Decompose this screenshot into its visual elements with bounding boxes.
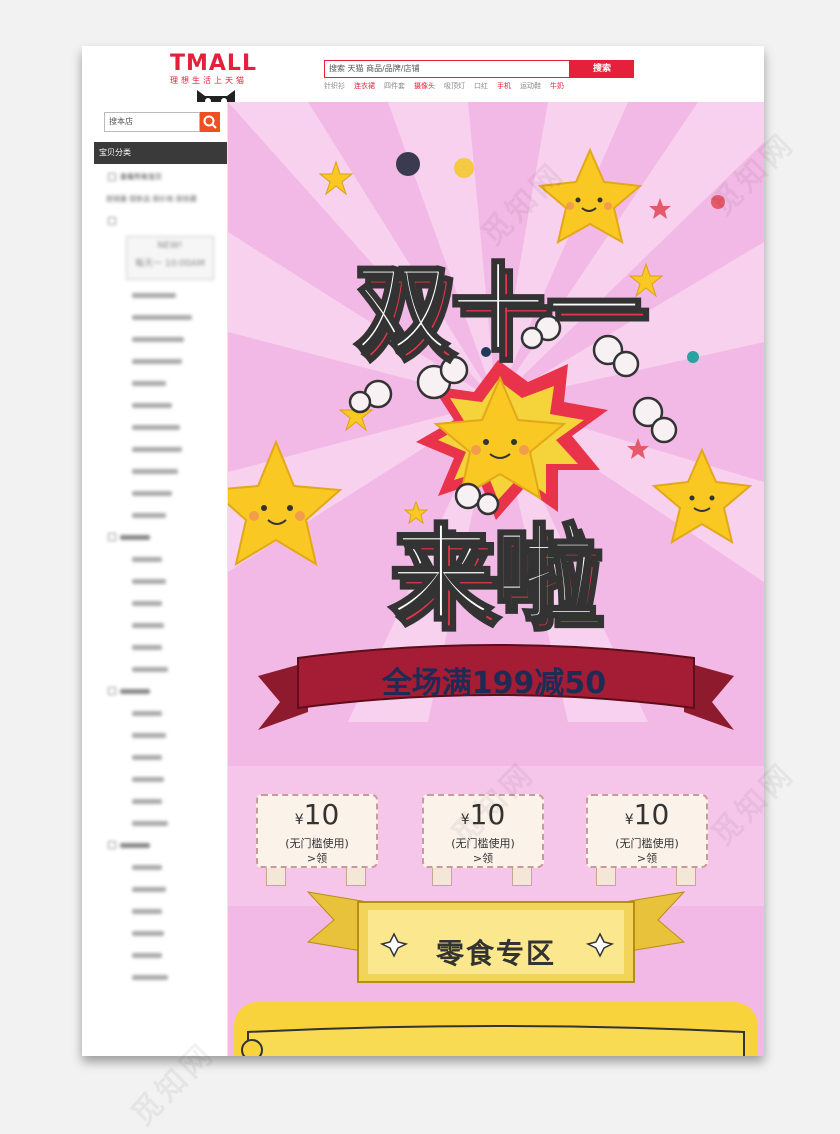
category-item[interactable] <box>94 438 227 460</box>
promo-text: 全场满199减50 <box>381 666 607 701</box>
hot-word-link[interactable]: 口红 <box>474 82 488 90</box>
coupon-card: ¥10 (无门槛使用) >领 <box>586 794 708 868</box>
logo-slogan: 理想生活上天猫 <box>170 76 247 85</box>
coupon-condition: (无门槛使用) <box>615 837 679 850</box>
coupon-amount: ¥10 <box>588 798 706 837</box>
new-badge-title: NEW! <box>157 241 183 251</box>
coupon-claim-link[interactable]: >领 <box>424 851 542 867</box>
sort-links[interactable]: 按销量 按新品 按价格 按收藏 <box>94 188 227 210</box>
category-item[interactable] <box>94 636 227 658</box>
coupon-value: 10 <box>303 798 340 831</box>
hot-word-link[interactable]: 连衣裙 <box>354 82 375 90</box>
category-item[interactable] <box>94 350 227 372</box>
category-item[interactable] <box>94 856 227 878</box>
logo-text: TMALL <box>170 51 257 76</box>
tmall-shop-page: TMALL 理想生活上天猫 搜索 天猫 商品/品牌/店铺 搜索 针织衫 连衣裙 四件… <box>82 46 764 1056</box>
category-group[interactable] <box>94 680 227 702</box>
category-item[interactable] <box>94 460 227 482</box>
category-group[interactable] <box>94 526 227 548</box>
category-item[interactable] <box>94 790 227 812</box>
category-item[interactable] <box>94 328 227 350</box>
category-item[interactable] <box>94 702 227 724</box>
category-group-label: 查看所有宝贝 <box>120 173 162 181</box>
category-item[interactable] <box>94 900 227 922</box>
headline-line2: 来啦 <box>389 513 597 635</box>
category-item[interactable] <box>94 614 227 636</box>
expand-icon <box>108 217 116 225</box>
hot-word-link[interactable]: 手机 <box>497 82 511 90</box>
category-item[interactable] <box>94 768 227 790</box>
coupon-stand <box>266 866 286 886</box>
category-bar: 宝贝分类 <box>94 142 227 164</box>
section-title-text: 零食专区 <box>435 937 556 970</box>
search-button[interactable]: 搜索 <box>570 60 634 78</box>
coupon-condition: (无门槛使用) <box>285 837 349 850</box>
category-list: 查看所有宝贝 按销量 按新品 按价格 按收藏 NEW! 每天一 10:00AM <box>94 166 227 988</box>
coupon-claim-link[interactable]: >领 <box>258 851 376 867</box>
category-item[interactable] <box>94 482 227 504</box>
category-item[interactable] <box>94 592 227 614</box>
category-item[interactable] <box>94 658 227 680</box>
section-title: 零食专区 <box>358 910 634 990</box>
category-item[interactable] <box>94 504 227 526</box>
coupon-stand <box>596 866 616 886</box>
headline-line1: 双十一 <box>354 253 642 365</box>
hot-word-link[interactable]: 牛奶 <box>550 82 564 90</box>
category-item[interactable] <box>94 306 227 328</box>
shop-search-button[interactable] <box>200 112 220 132</box>
hot-words: 针织衫 连衣裙 四件套 摄像头 吸顶灯 口红 手机 运动鞋 牛奶 <box>324 81 624 93</box>
coupon-currency: ¥ <box>294 812 304 828</box>
coupon-stand <box>346 866 366 886</box>
coupon[interactable]: ¥10 (无门槛使用) >领 <box>570 786 720 886</box>
product-frame <box>234 1002 758 1056</box>
category-item[interactable] <box>94 878 227 900</box>
category-item[interactable] <box>94 570 227 592</box>
shop-search-input[interactable]: 搜本店 <box>104 112 200 132</box>
category-item[interactable] <box>94 416 227 438</box>
category-item[interactable] <box>94 812 227 834</box>
coupon-card: ¥10 (无门槛使用) >领 <box>256 794 378 868</box>
coupon-value: 10 <box>633 798 670 831</box>
coupon-stand <box>512 866 532 886</box>
expand-icon <box>108 173 116 181</box>
coupon[interactable]: ¥10 (无门槛使用) >领 <box>240 786 390 886</box>
category-item[interactable] <box>94 548 227 570</box>
hot-word-link[interactable]: 摄像头 <box>414 82 435 90</box>
coupon-stand <box>432 866 452 886</box>
hot-word-link[interactable]: 四件套 <box>384 82 405 90</box>
site-header: TMALL 理想生活上天猫 搜索 天猫 商品/品牌/店铺 搜索 针织衫 连衣裙 四件… <box>82 46 764 106</box>
category-item[interactable] <box>94 724 227 746</box>
search-input[interactable]: 搜索 天猫 商品/品牌/店铺 <box>324 60 570 78</box>
expand-icon <box>108 841 116 849</box>
blurred-category-items <box>94 284 227 988</box>
hot-word-link[interactable]: 针织衫 <box>324 82 345 90</box>
coupon-stand <box>676 866 696 886</box>
category-item[interactable] <box>94 922 227 944</box>
new-badge: NEW! 每天一 10:00AM <box>126 236 214 280</box>
category-group[interactable] <box>94 834 227 856</box>
coupon-claim-link[interactable]: >领 <box>588 851 706 867</box>
expand-icon <box>108 533 116 541</box>
hot-word-link[interactable]: 运动鞋 <box>520 82 541 90</box>
coupon-amount: ¥10 <box>258 798 376 837</box>
category-item[interactable] <box>94 944 227 966</box>
expand-icon <box>108 687 116 695</box>
category-item[interactable] <box>94 966 227 988</box>
shop-sidebar: 搜本店 宝贝分类 查看所有宝贝 按销量 按新品 按价格 按收藏 NEW! 每天一… <box>94 102 228 1056</box>
category-item[interactable] <box>94 284 227 306</box>
category-item[interactable] <box>94 372 227 394</box>
category-item[interactable] <box>94 746 227 768</box>
category-group[interactable]: 查看所有宝贝 <box>94 166 227 188</box>
tmall-logo[interactable]: TMALL 理想生活上天猫 <box>170 52 266 86</box>
category-group <box>94 210 227 232</box>
category-item[interactable] <box>94 394 227 416</box>
coupon-currency: ¥ <box>624 812 634 828</box>
new-badge-subtitle: 每天一 10:00AM <box>135 259 205 269</box>
search-icon <box>203 115 217 129</box>
hot-word-link[interactable]: 吸顶灯 <box>444 82 465 90</box>
